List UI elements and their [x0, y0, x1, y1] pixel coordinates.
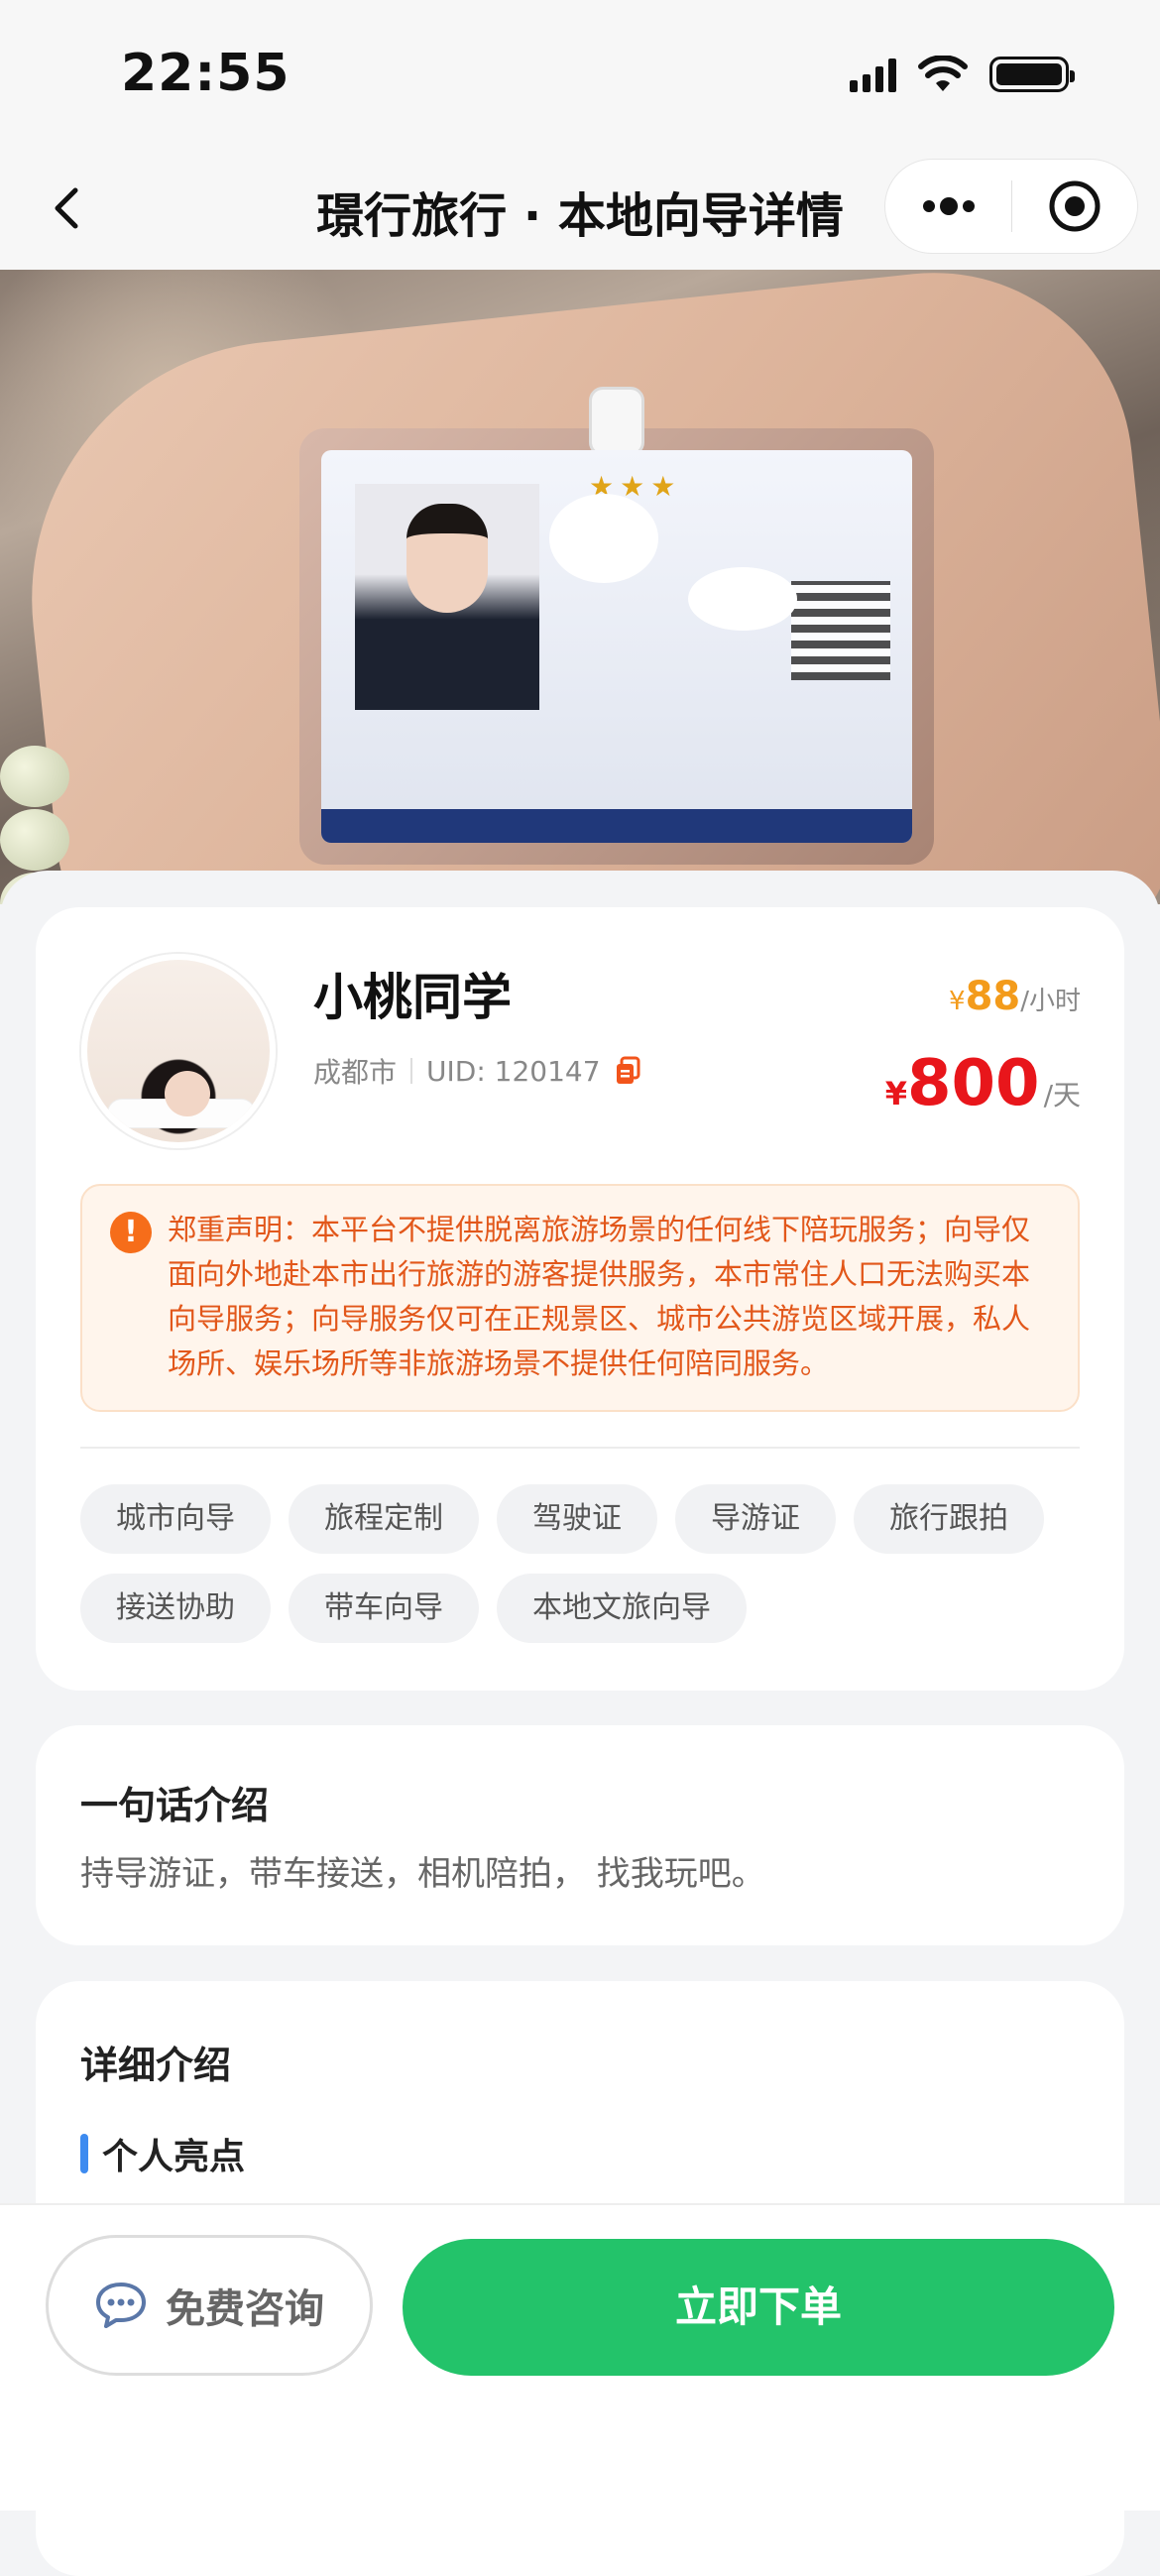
hero-photo[interactable]: ★★★	[0, 270, 1160, 904]
cellular-signal-icon	[850, 57, 896, 92]
wifi-icon	[918, 56, 968, 91]
tag: 导游证	[675, 1484, 836, 1554]
nav-bar: 璟行旅行 · 本地向导详情	[0, 149, 1160, 270]
accent-bar	[80, 2134, 88, 2173]
guide-city: 成都市	[313, 1056, 398, 1089]
detail-subtitle: 个人亮点	[80, 2128, 245, 2179]
status-bar: 22:55	[0, 0, 1160, 149]
tag: 带车向导	[289, 1574, 479, 1643]
order-now-button[interactable]: 立即下单	[403, 2239, 1114, 2376]
battery-icon	[989, 57, 1075, 92]
more-button[interactable]	[885, 159, 1011, 254]
service-tags: 城市向导 旅程定制 驾驶证 导游证 旅行跟拍 接送协助 带车向导 本地文旅向导	[80, 1484, 1080, 1643]
consult-label: 免费咨询	[166, 2286, 324, 2332]
more-dots-icon	[922, 197, 975, 215]
guide-uid: UID: 120147	[426, 1054, 601, 1088]
tag: 旅程定制	[289, 1484, 479, 1554]
detail-title: 详细介绍	[80, 2044, 232, 2087]
tag: 旅行跟拍	[854, 1484, 1044, 1554]
disclaimer-text: 郑重声明：本平台不提供脱离旅游场景的任何线下陪玩服务；向导仅面向外地赴本市出行旅…	[168, 1213, 1031, 1380]
free-consult-button[interactable]: 免费咨询	[46, 2235, 373, 2376]
copy-icon[interactable]	[615, 1056, 640, 1086]
target-icon	[1049, 180, 1101, 232]
warning-icon: !	[110, 1212, 152, 1253]
tag: 城市向导	[80, 1484, 271, 1554]
tag: 接送协助	[80, 1574, 271, 1643]
avatar[interactable]	[81, 954, 276, 1148]
divider	[80, 1447, 1080, 1449]
license-portrait	[355, 484, 539, 710]
privacy-mask	[688, 567, 797, 631]
intro-title: 一句话介绍	[80, 1784, 270, 1827]
guide-license-badge: ★★★	[299, 387, 934, 865]
status-time: 22:55	[121, 44, 290, 103]
guide-meta: 成都市 UID: 120147	[313, 1051, 640, 1091]
intro-card	[36, 1725, 1124, 1945]
guide-name: 小桃同学	[313, 969, 512, 1026]
tag: 本地文旅向导	[497, 1574, 747, 1643]
license-qr-code	[791, 581, 890, 680]
price-per-day: ¥ 800 /天	[884, 1047, 1081, 1120]
disclaimer-notice: ! 郑重声明：本平台不提供脱离旅游场景的任何线下陪玩服务；向导仅面向外地赴本市出…	[80, 1184, 1080, 1412]
intro-text: 持导游证，带车接送，相机陪拍， 找我玩吧。	[80, 1854, 765, 1894]
close-mini-program-button[interactable]	[1012, 159, 1137, 254]
chat-bubble-icon	[96, 2283, 146, 2328]
privacy-mask	[549, 494, 658, 583]
mini-program-capsule	[884, 159, 1138, 254]
tag: 驾驶证	[497, 1484, 657, 1554]
price-per-hour: ¥ 88 /小时	[949, 974, 1081, 1019]
status-icons	[850, 56, 1075, 93]
